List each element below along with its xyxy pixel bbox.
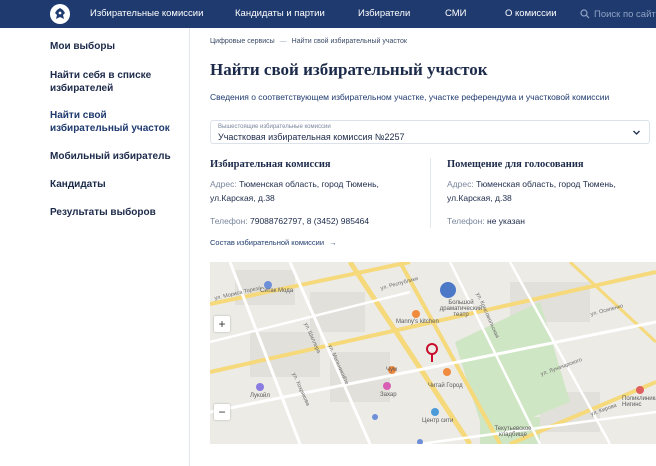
commission-title: Избирательная комиссия: [210, 159, 331, 170]
commission-address: Адрес: Тюменская область, город Тюмень, …: [210, 177, 379, 205]
breadcrumb-separator: —: [279, 38, 287, 45]
map-poi-label: Текутьевское кладбище: [494, 426, 532, 438]
poi-fuel-icon[interactable]: [256, 383, 264, 391]
poi-restaurant-icon[interactable]: [412, 310, 420, 318]
commission-select[interactable]: Вышестоящие избирательные комиссии Участ…: [210, 120, 650, 144]
voting-room-address-line1: Тюменская область, город Тюмень,: [476, 179, 616, 189]
sidebar-item-mobile-voter[interactable]: Мобильный избиратель: [50, 150, 180, 163]
commission-phone-value: 79088762797, 8 (3452) 985464: [250, 216, 370, 226]
search-box[interactable]: Поиск по сайту: [580, 0, 656, 28]
page-lead-text: Сведения о соответствующем избирательном…: [210, 92, 610, 102]
poi-clinic-icon[interactable]: [636, 386, 644, 394]
chevron-down-icon: [633, 130, 640, 135]
map[interactable]: Ситак Мода Большой драматический театр M…: [210, 262, 656, 444]
breadcrumb-item-current: Найти свой избирательный участок: [291, 38, 407, 45]
voting-room-phone-value: не указан: [487, 216, 525, 226]
page-title: Найти свой избирательный участок: [210, 60, 488, 79]
map-poi-label: Поликлиника Нигинс: [622, 396, 656, 408]
nav-item-voters[interactable]: Избиратели: [358, 0, 410, 28]
map-poi-label: Manny's kitchen: [396, 319, 439, 325]
commission-composition-link[interactable]: Состав избирательной комиссии →: [210, 238, 337, 247]
voting-room-address-label: Адрес:: [447, 179, 474, 189]
map-poi-label: Читай Город: [428, 383, 463, 389]
sidebar-item-my-elections[interactable]: Мои выборы: [50, 40, 180, 53]
poi-shop-icon-2[interactable]: [383, 382, 391, 390]
breadcrumb: Цифровые сервисы — Найти свой избирательны…: [210, 38, 407, 45]
sidebar-item-election-results[interactable]: Результаты выборов: [50, 206, 180, 219]
poi-mall-icon[interactable]: [431, 408, 439, 416]
nav-item-candidates[interactable]: Кандидаты и партии: [235, 0, 325, 28]
commission-address-line1: Тюменская область, город Тюмень,: [239, 179, 379, 189]
arrow-right-icon: →: [329, 238, 337, 247]
nav-item-commissions[interactable]: Избирательные комиссии: [90, 0, 203, 28]
map-poi-label: Захар: [380, 392, 397, 398]
commission-composition-link-label: Состав избирательной комиссии: [210, 238, 325, 247]
breadcrumb-item-digital-services[interactable]: Цифровые сервисы: [210, 38, 275, 45]
commission-address-label: Адрес:: [210, 179, 237, 189]
poi-theatre-icon[interactable]: [440, 282, 456, 298]
sidebar-item-find-polling-station[interactable]: Найти свой избирательный участок: [50, 109, 180, 135]
nav-item-media[interactable]: СМИ: [445, 0, 467, 28]
map-zoom-in-button[interactable]: +: [214, 316, 230, 332]
voting-room-address-line2: ул.Карская, д.38: [447, 193, 512, 203]
search-placeholder: Поиск по сайту: [594, 8, 656, 20]
map-poi-label: Ситак Мода: [260, 288, 294, 294]
nav-item-about[interactable]: О комиссии: [505, 0, 557, 28]
commission-phone: Телефон: 79088762797, 8 (3452) 985464: [210, 214, 369, 228]
voting-room-title: Помещение для голосования: [447, 159, 584, 170]
top-navigation: Избирательные комиссии Кандидаты и парти…: [0, 0, 656, 28]
voting-room-address: Адрес: Тюменская область, город Тюмень, …: [447, 177, 616, 205]
select-value: Участковая избирательная комиссия №2257: [218, 132, 405, 142]
emblem-logo-icon[interactable]: [50, 4, 70, 24]
map-poi-label: Центр сити: [422, 418, 454, 424]
search-icon: [580, 9, 590, 19]
column-divider: [430, 158, 431, 228]
commission-phone-label: Телефон:: [210, 216, 248, 226]
voting-room-phone-label: Телефон:: [447, 216, 485, 226]
commission-address-line2: ул.Карская, д.38: [210, 193, 275, 203]
sidebar-item-candidates[interactable]: Кандидаты: [50, 178, 180, 191]
sidebar: Мои выборы Найти себя в списке избирател…: [0, 28, 190, 466]
sidebar-item-find-in-voter-list[interactable]: Найти себя в списке избирателей: [50, 69, 180, 95]
map-zoom-out-button[interactable]: −: [214, 404, 230, 420]
voting-room-phone: Телефон: не указан: [447, 214, 525, 228]
map-poi-label: Чум: [386, 367, 398, 373]
map-poi-label: Лукойл: [250, 393, 270, 399]
select-label: Вышестоящие избирательные комиссии: [218, 124, 331, 130]
poi-bookstore-icon[interactable]: [443, 368, 451, 376]
